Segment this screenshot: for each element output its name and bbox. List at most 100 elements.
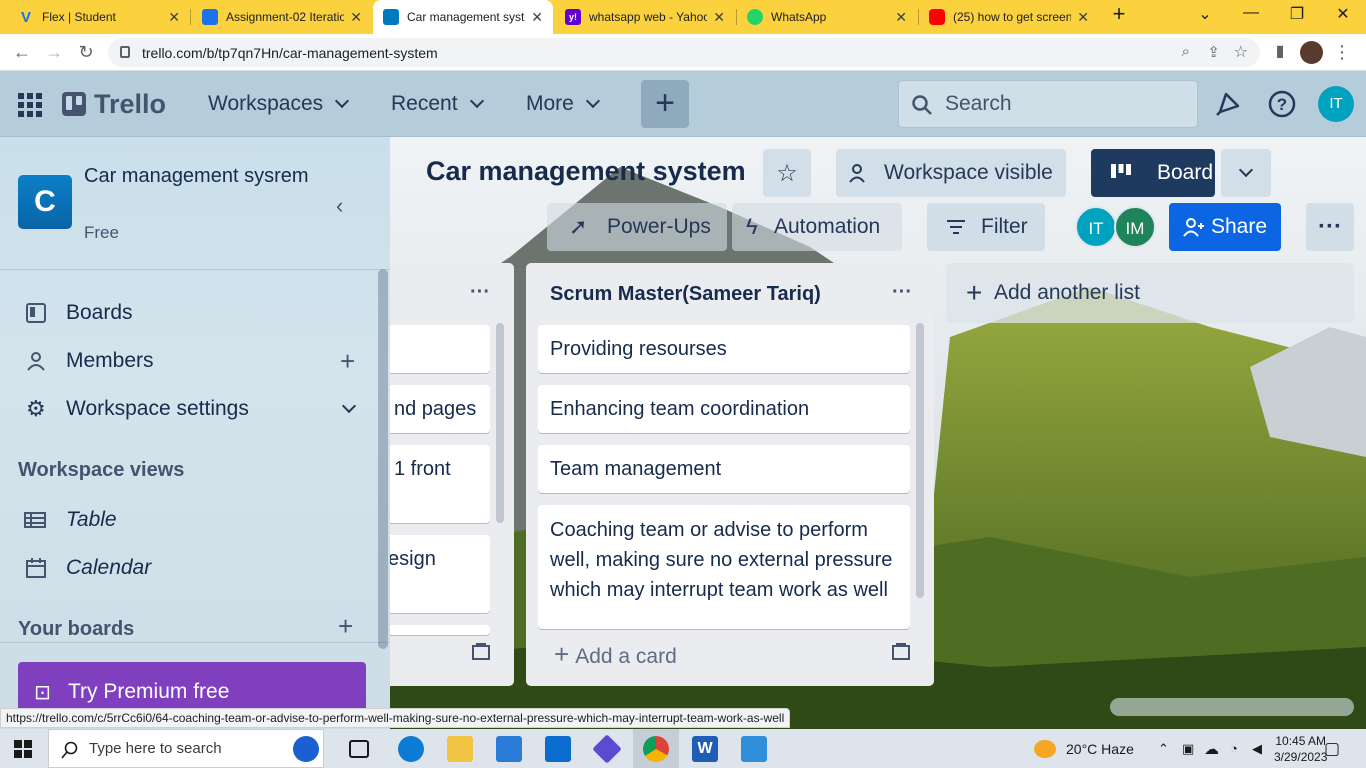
sidebar-item-table[interactable]: Table [0,498,380,542]
bing-icon[interactable] [293,736,319,762]
workspace-name[interactable]: Car management sysrem [84,161,324,191]
card[interactable] [380,325,490,373]
board-menu-button[interactable]: ··· [1306,203,1354,251]
card[interactable]: Providing resourses [538,325,910,373]
filter-button[interactable]: Filter [927,203,1045,251]
weather-widget[interactable]: 20°C Haze [1034,729,1134,768]
card[interactable]: Enhancing team coordination [538,385,910,433]
app-switcher-icon[interactable] [18,93,42,117]
photos-icon[interactable] [741,736,767,762]
browser-tab[interactable]: (25) how to get screen ✕ [919,0,1099,34]
board-horizontal-scrollbar[interactable] [1110,698,1354,716]
sidebar-item-members[interactable]: Members + [0,339,380,383]
board-title[interactable]: Car management system [426,156,746,187]
back-icon[interactable]: ← [10,40,34,64]
template-icon[interactable] [472,643,490,661]
chrome-icon[interactable] [643,736,669,762]
collapse-sidebar-icon[interactable]: ‹ [336,193,343,219]
search-input[interactable]: Search [898,80,1198,128]
trello-logo[interactable]: Trello [62,71,166,137]
automation-button[interactable]: ϟ Automation [732,203,902,251]
tab-search-icon[interactable]: ⌄ [1190,4,1220,24]
cloud-icon[interactable]: ☁ [1204,729,1219,768]
card[interactable] [380,625,490,635]
add-list-button[interactable]: + Add another list [946,263,1354,323]
workspace-avatar[interactable]: C [18,175,72,229]
list-menu-icon[interactable]: ··· [892,281,912,304]
workspaces-menu[interactable]: Workspaces [208,71,350,137]
sidebar-item-calendar[interactable]: Calendar [0,546,380,590]
side-panel-icon[interactable]: ▮ [1268,40,1292,64]
restore-icon[interactable]: ❐ [1282,4,1312,24]
reload-icon[interactable]: ↻ [74,40,98,64]
task-view-icon[interactable] [349,740,369,758]
close-window-icon[interactable]: ✕ [1328,4,1358,24]
sidebar-item-boards[interactable]: Boards [0,291,380,335]
browser-tab[interactable]: WhatsApp ✕ [737,0,917,34]
power-automate-icon[interactable] [592,734,622,764]
volume-icon[interactable]: ◀ [1252,729,1262,768]
word-icon[interactable]: W [692,736,718,762]
list-scrollbar[interactable] [496,323,504,523]
bookmark-star-icon[interactable]: ☆ [1234,42,1248,62]
create-button[interactable]: + [641,80,689,128]
member-avatar[interactable]: IT [1075,206,1117,248]
close-tab-icon[interactable]: ✕ [350,9,362,26]
mail-icon[interactable] [545,736,571,762]
more-menu[interactable]: More [526,71,600,137]
notifications-icon[interactable]: ▢ [1324,729,1340,768]
close-tab-icon[interactable]: ✕ [713,9,725,26]
browser-tab[interactable]: Assignment-02 Iteratio ✕ [192,0,372,34]
card[interactable]: Coaching team or advise to perform well,… [538,505,910,629]
browser-tab[interactable]: V Flex | Student ✕ [8,0,190,34]
edge-icon[interactable] [398,736,424,762]
list-scrollbar[interactable] [916,323,924,598]
forward-icon[interactable]: → [42,40,66,64]
clock[interactable]: 10:45 AM 3/29/2023 [1274,729,1327,768]
close-tab-icon[interactable]: ✕ [168,9,180,26]
list-title[interactable]: Scrum Master(Sameer Tariq) [550,283,821,306]
card[interactable]: 1 front [380,445,490,523]
member-avatar[interactable]: IM [1114,206,1156,248]
notifications-megaphone-icon[interactable] [1212,88,1244,120]
chevron-down-icon[interactable] [341,398,357,414]
file-explorer-icon[interactable] [447,736,473,762]
help-icon[interactable]: ? [1266,88,1298,120]
sidebar-item-workspace-settings[interactable]: ⚙ Workspace settings [0,387,380,431]
views-dropdown-button[interactable] [1221,149,1271,197]
network-icon[interactable]: ▣ [1182,729,1194,768]
url-bar[interactable]: trello.com/b/tp7qn7Hn/car-management-sys… [108,38,1260,67]
recent-menu[interactable]: Recent [391,71,484,137]
wifi-icon[interactable]: ◔ [1230,729,1238,768]
taskbar-search-input[interactable]: Type here to search [48,729,324,768]
profile-avatar[interactable] [1300,41,1323,64]
add-board-icon[interactable]: + [338,611,353,642]
add-member-icon[interactable]: + [340,346,355,377]
menu-kebab-icon[interactable]: ⋮ [1330,40,1354,64]
star-board-button[interactable]: ☆ [763,149,811,197]
new-tab-button[interactable]: + [1104,1,1134,27]
user-avatar[interactable]: IT [1318,86,1354,122]
browser-tab[interactable]: y! whatsapp web - Yahoo ✕ [555,0,735,34]
browser-tab-active[interactable]: Car management syste ✕ [373,0,553,34]
add-card-button[interactable]: + Add a card [554,639,677,670]
visibility-button[interactable]: Workspace visible [836,149,1066,197]
sidebar-scrollbar[interactable] [378,269,388,649]
close-tab-icon[interactable]: ✕ [895,9,907,26]
power-ups-button[interactable]: ➚ Power-Ups [547,203,727,251]
store-icon[interactable] [496,736,522,762]
show-hidden-icons[interactable]: ⌃ [1158,729,1169,768]
zoom-icon[interactable]: ⌕ [1182,43,1190,60]
close-tab-icon[interactable]: ✕ [531,9,543,26]
template-icon[interactable] [892,643,910,661]
card[interactable]: nd pages [380,385,490,433]
card[interactable]: Team management [538,445,910,493]
board-view-button[interactable]: Board [1091,149,1215,197]
share-page-icon[interactable]: ⇪ [1207,43,1220,61]
windows-start-icon[interactable] [14,740,32,758]
card[interactable]: esign [380,535,490,613]
minimize-icon[interactable]: — [1236,4,1266,22]
list-menu-icon[interactable]: ··· [470,281,490,304]
share-button[interactable]: Share [1169,203,1281,251]
close-tab-icon[interactable]: ✕ [1077,9,1089,26]
